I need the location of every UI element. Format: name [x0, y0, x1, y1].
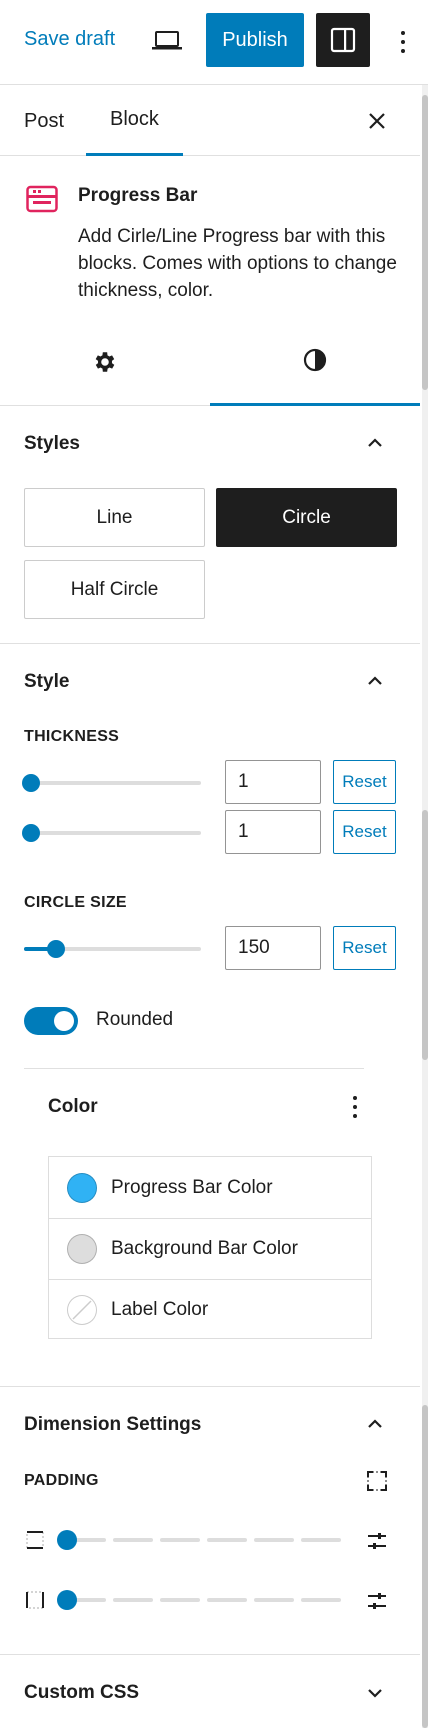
- chevron-up-icon[interactable]: [362, 1411, 388, 1437]
- more-vertical-icon[interactable]: [393, 22, 413, 62]
- settings-sliders-icon[interactable]: [365, 1529, 389, 1553]
- slider-thumb[interactable]: [57, 1590, 77, 1610]
- close-icon[interactable]: [364, 108, 390, 134]
- thickness-slider-2[interactable]: [22, 824, 201, 842]
- divider: [0, 1386, 420, 1387]
- tab-block[interactable]: Block: [86, 86, 183, 156]
- color-swatch: [67, 1234, 97, 1264]
- dimension-panel-title[interactable]: Dimension Settings: [24, 1414, 201, 1436]
- slider-thumb[interactable]: [46, 940, 65, 958]
- color-item-label: Progress Bar Color: [111, 1176, 273, 1198]
- rounded-toggle[interactable]: [24, 1007, 78, 1035]
- block-description: Add Cirle/Line Progress bar with this bl…: [78, 226, 397, 301]
- thickness-label: THICKNESS: [24, 728, 120, 745]
- tab-post[interactable]: Post: [24, 86, 64, 156]
- custom-css-panel-title[interactable]: Custom CSS: [24, 1682, 139, 1704]
- slider-thumb[interactable]: [22, 774, 40, 792]
- more-vertical-icon[interactable]: [350, 1092, 360, 1122]
- toggle-knob: [54, 1011, 74, 1031]
- style-option-circle[interactable]: Circle: [216, 488, 397, 547]
- slider-thumb[interactable]: [22, 824, 40, 842]
- color-item-progress-bar[interactable]: Progress Bar Color: [49, 1157, 371, 1218]
- sidebar-toggle-icon[interactable]: [316, 13, 370, 67]
- color-swatch-empty: [67, 1295, 97, 1325]
- settings-sliders-icon[interactable]: [365, 1589, 389, 1613]
- padding-horizontal-icon: [24, 1589, 46, 1611]
- padding-vertical-slider[interactable]: [57, 1530, 348, 1550]
- link-sides-icon[interactable]: [365, 1469, 389, 1493]
- styles-panel-title[interactable]: Styles: [24, 433, 80, 455]
- divider: [0, 1654, 420, 1655]
- inspector-tabs: [0, 322, 420, 406]
- color-item-label: Label Color: [111, 1299, 209, 1320]
- contrast-icon: [302, 347, 328, 378]
- color-item-label: Background Bar Color: [111, 1238, 298, 1259]
- chevron-down-icon[interactable]: [362, 1680, 388, 1706]
- thickness-slider[interactable]: [22, 774, 201, 792]
- editor-header: Save draft Publish: [0, 0, 428, 85]
- chevron-up-icon[interactable]: [362, 430, 388, 456]
- publish-button[interactable]: Publish: [206, 13, 304, 67]
- style-panel-title[interactable]: Style: [24, 671, 69, 693]
- circle-size-reset-button[interactable]: Reset: [333, 926, 396, 970]
- scrollbar-thumb-lower[interactable]: [422, 1405, 428, 1728]
- style-option-half-circle[interactable]: Half Circle: [24, 560, 205, 619]
- scrollbar-thumb-inner[interactable]: [422, 810, 428, 1060]
- sidebar-tabs: Post Block: [0, 86, 420, 156]
- thickness-input-2[interactable]: 1: [225, 810, 321, 854]
- slider-thumb[interactable]: [57, 1530, 77, 1550]
- padding-vertical-icon: [24, 1529, 46, 1551]
- desktop-icon[interactable]: [150, 26, 184, 56]
- scrollbar-thumb[interactable]: [422, 95, 428, 390]
- color-panel-title: Color: [48, 1096, 98, 1117]
- color-item-label-color[interactable]: Label Color: [49, 1279, 371, 1340]
- thickness-input[interactable]: 1: [225, 760, 321, 804]
- block-title: Progress Bar: [78, 185, 198, 206]
- block-card: Progress Bar Add Cirle/Line Progress bar…: [0, 157, 420, 322]
- padding-horizontal-slider[interactable]: [57, 1590, 348, 1610]
- circle-size-input[interactable]: 150: [225, 926, 321, 970]
- padding-label: PADDING: [24, 1472, 99, 1489]
- color-list: Progress Bar Color Background Bar Color …: [48, 1156, 372, 1339]
- tab-settings[interactable]: [0, 322, 210, 406]
- divider: [0, 643, 420, 644]
- tab-styles[interactable]: [210, 322, 420, 406]
- chevron-up-icon[interactable]: [362, 668, 388, 694]
- color-swatch: [67, 1172, 97, 1203]
- progress-bar-icon: [26, 185, 58, 213]
- thickness-reset-button-2[interactable]: Reset: [333, 810, 396, 854]
- save-draft-button[interactable]: Save draft: [24, 28, 115, 51]
- color-item-background-bar[interactable]: Background Bar Color: [49, 1218, 371, 1279]
- rounded-label: Rounded: [96, 1009, 174, 1030]
- thickness-reset-button[interactable]: Reset: [333, 760, 396, 804]
- style-option-line[interactable]: Line: [24, 488, 205, 547]
- circle-size-slider[interactable]: [24, 940, 201, 958]
- gear-icon: [92, 349, 118, 380]
- circle-size-label: CIRCLE SIZE: [24, 894, 127, 911]
- divider: [24, 1068, 364, 1069]
